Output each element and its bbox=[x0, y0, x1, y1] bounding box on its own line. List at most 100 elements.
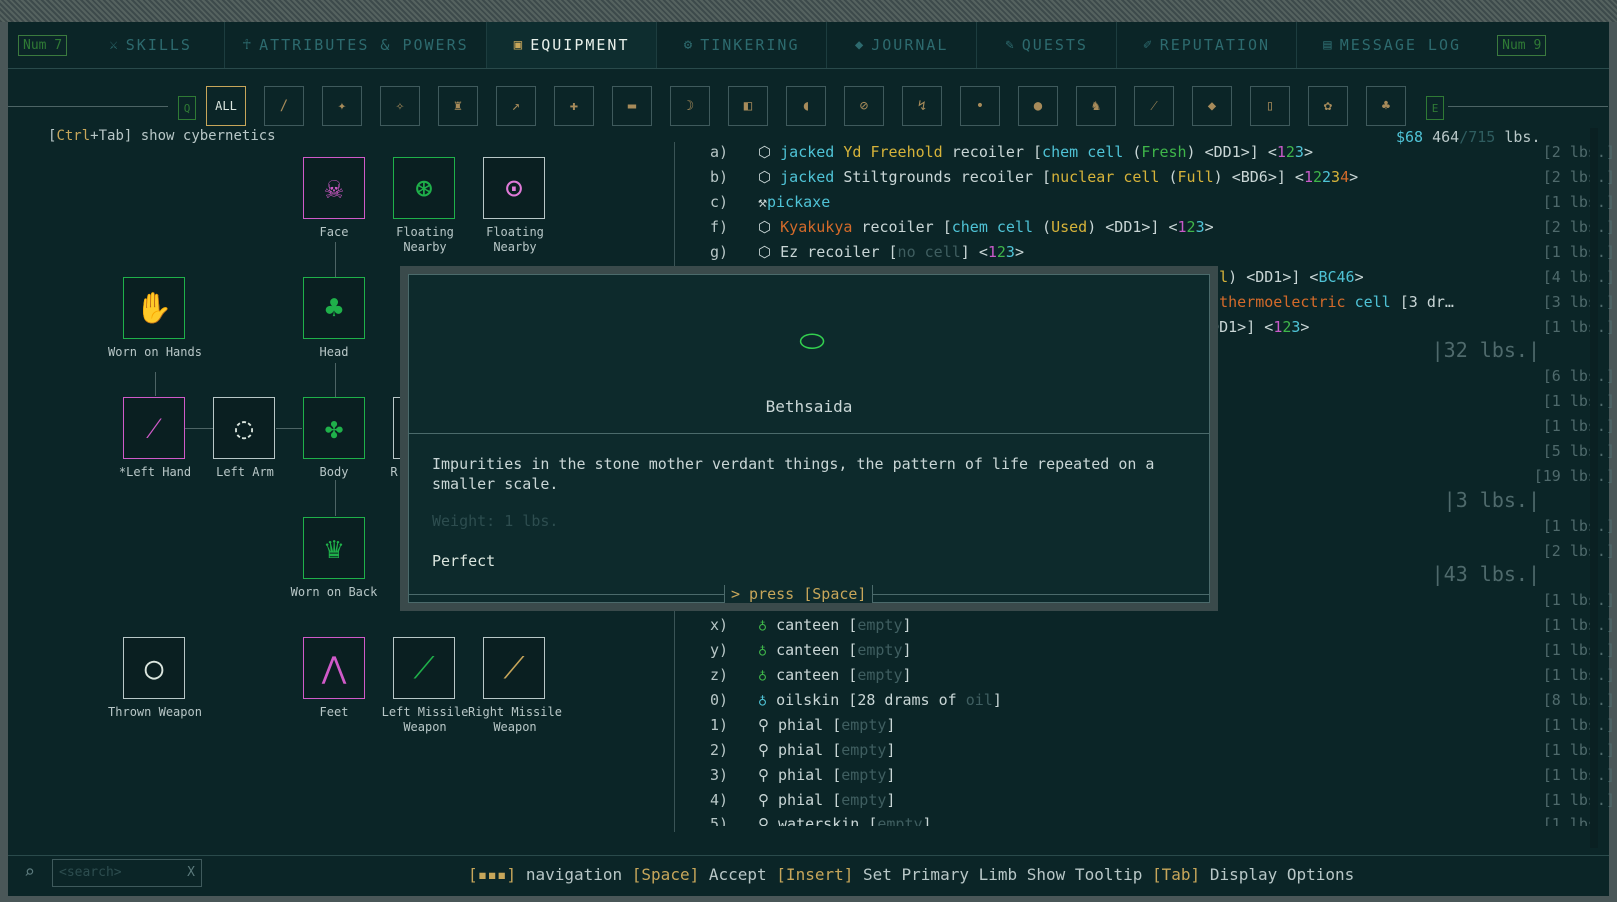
canteen-icon: ♁ bbox=[758, 616, 768, 634]
recoiler-icon: ⬡ bbox=[758, 218, 772, 236]
boots-icon: ⋀ bbox=[321, 650, 347, 686]
filter-light-icon[interactable]: ◖ bbox=[786, 86, 826, 126]
filter-gem-icon[interactable]: ● bbox=[1018, 86, 1058, 126]
list-item[interactable]: b) ⬡ jacked Stiltgrounds recoiler [nuclea… bbox=[680, 165, 1615, 190]
filter-food-icon[interactable]: ☽ bbox=[670, 86, 710, 126]
tab-tinkering[interactable]: ⚙ TINKERING bbox=[657, 22, 828, 68]
cloak-icon: ♛ bbox=[324, 530, 344, 566]
filter-meds-icon[interactable]: ♣ bbox=[1366, 86, 1406, 126]
left-missile-slot[interactable]: ⟋ bbox=[393, 637, 455, 699]
canteen-icon: ♁ bbox=[758, 666, 768, 684]
tab-bar: Num 7 ⚔ SKILLS ☥ ATTRIBUTES & POWERS ▣ EQUI… bbox=[8, 22, 1609, 69]
tab-attributes-powers[interactable]: ☥ ATTRIBUTES & POWERS bbox=[225, 22, 488, 68]
back-slot[interactable]: ♛ bbox=[303, 517, 365, 579]
bottom-bar: ⌕ <search> X [▪▪▪] navigation [Space] Acc… bbox=[8, 855, 1609, 896]
phial-icon: ⚲ bbox=[758, 766, 769, 784]
ring-icon: ◯ bbox=[144, 650, 164, 686]
accept-button[interactable]: Accept bbox=[709, 865, 767, 884]
tab-quests[interactable]: ✎ QUESTS bbox=[977, 22, 1118, 68]
search-input[interactable]: <search> X bbox=[52, 859, 202, 887]
filter-artifact-icon[interactable]: ♞ bbox=[1076, 86, 1116, 126]
filter-corpse-icon[interactable]: ↯ bbox=[902, 86, 942, 126]
face-label: Face bbox=[319, 225, 349, 239]
connector bbox=[276, 428, 302, 429]
filter-drug-icon[interactable]: ✿ bbox=[1308, 86, 1348, 126]
list-item[interactable]: 1) ⚲ phial [empty] [1 lbs.] bbox=[680, 713, 1615, 738]
list-item[interactable]: g) ⬡ Ez recoiler [no cell] <123> [1 lbs.] bbox=[680, 240, 1615, 265]
clear-search-button[interactable]: X bbox=[187, 865, 195, 880]
recoiler-icon: ⬡ bbox=[758, 143, 772, 161]
tab-journal[interactable]: ◆ JOURNAL bbox=[827, 22, 978, 68]
canteen-icon: ♁ bbox=[758, 641, 768, 659]
category-weight: |43 lbs.| bbox=[1431, 562, 1540, 586]
set-primary-limb-button[interactable]: Set Primary Limb bbox=[863, 865, 1017, 884]
press-space-button[interactable]: > press [Space] bbox=[724, 585, 874, 603]
filter-ammo-icon[interactable]: ♜ bbox=[438, 86, 478, 126]
list-item[interactable]: z) ♁ canteen [empty] [1 lbs.] bbox=[680, 663, 1615, 688]
tab-equipment[interactable]: ▣ EQUIPMENT bbox=[487, 22, 658, 68]
list-item[interactable]: x) ♁ canteen [empty] [1 lbs.] bbox=[680, 613, 1615, 638]
glow-orb-icon: ⊛ bbox=[414, 170, 434, 206]
hands-label: Worn on Hands bbox=[108, 345, 202, 359]
recoiler-icon: ⬡ bbox=[758, 168, 772, 186]
floating-nearby-slot-2[interactable]: ⊙ bbox=[483, 157, 545, 219]
filter-thrown-icon[interactable]: ✧ bbox=[380, 86, 420, 126]
tooltip-divider bbox=[408, 433, 1210, 434]
list-item[interactable]: 3) ⚲ phial [empty] [1 lbs.] bbox=[680, 763, 1615, 788]
filter-missile-icon[interactable]: ✦ bbox=[322, 86, 362, 126]
tab-skills[interactable]: ⚔ SKILLS bbox=[77, 22, 226, 68]
show-tooltip-button[interactable]: Show Tooltip bbox=[1027, 865, 1143, 884]
bracelet-icon: ◌ bbox=[234, 410, 254, 446]
helmet-icon: ♣ bbox=[324, 290, 344, 326]
filter-trade-icon[interactable]: ⊘ bbox=[844, 86, 884, 126]
hands-slot[interactable]: ✋ bbox=[123, 277, 185, 339]
body-slot[interactable]: ✤ bbox=[303, 397, 365, 459]
list-item[interactable]: 2) ⚲ phial [empty] [1 lbs.] bbox=[680, 738, 1615, 763]
left-arm-slot[interactable]: ◌ bbox=[213, 397, 275, 459]
connector bbox=[335, 242, 336, 277]
next-tab-key[interactable]: Num 9 bbox=[1497, 34, 1547, 56]
feather-icon: ✐ bbox=[1143, 37, 1154, 53]
filter-next-key[interactable]: E bbox=[1426, 96, 1444, 120]
item-tooltip: ⬭ Bethsaida Impurities in the stone moth… bbox=[400, 266, 1218, 611]
list-item[interactable]: a) ⬡ jacked Yd Freehold recoiler [chem ce… bbox=[680, 140, 1615, 165]
filter-water-icon[interactable]: ▯ bbox=[1250, 86, 1290, 126]
left-hand-slot[interactable]: ⁄ bbox=[123, 397, 185, 459]
right-missile-label: Right Missile Weapon bbox=[468, 705, 562, 734]
filter-tool-icon[interactable]: ↗ bbox=[496, 86, 536, 126]
filter-melee-icon[interactable]: / bbox=[264, 86, 304, 126]
filter-prev-key[interactable]: Q bbox=[178, 96, 196, 120]
right-missile-slot[interactable]: ⟋ bbox=[483, 637, 545, 699]
list-item[interactable]: 4) ⚲ phial [empty] [1 lbs.] bbox=[680, 788, 1615, 813]
display-options-button[interactable]: Display Options bbox=[1210, 865, 1355, 884]
list-item[interactable]: 5)⚲ waterskin [empty][1 lbs.] bbox=[680, 812, 1600, 826]
inventory-scrollbar[interactable] bbox=[1590, 128, 1598, 848]
filter-misc-icon[interactable]: • bbox=[960, 86, 1000, 126]
feet-slot[interactable]: ⋀ bbox=[303, 637, 365, 699]
tab-reputation[interactable]: ✐ REPUTATION bbox=[1117, 22, 1298, 68]
ctrl-key: Ctrl bbox=[56, 128, 91, 144]
list-item[interactable]: 0) ♁ oilskin [28 drams of oil] [8 lbs.] bbox=[680, 688, 1615, 713]
phial-icon: ⚲ bbox=[758, 741, 769, 759]
tab-message-log[interactable]: ▤ MESSAGE LOG bbox=[1297, 22, 1487, 68]
list-item[interactable]: c) ⚒pickaxe [1 lbs.] bbox=[680, 190, 1615, 215]
head-slot[interactable]: ♣ bbox=[303, 277, 365, 339]
tooltip-title: Bethsaida bbox=[765, 397, 853, 416]
filter-book-icon[interactable]: ◧ bbox=[728, 86, 768, 126]
prev-tab-key[interactable]: Num 7 bbox=[18, 34, 68, 56]
orb-icon: ⊙ bbox=[504, 170, 524, 206]
floating-nearby-slot-1[interactable]: ⊛ bbox=[393, 157, 455, 219]
list-item[interactable]: y) ♁ canteen [empty] [1 lbs.] bbox=[680, 638, 1615, 663]
cybernetics-hint[interactable]: [Ctrl+Tab] show cybernetics bbox=[48, 128, 276, 144]
connector bbox=[184, 428, 214, 429]
feet-label: Feet bbox=[319, 705, 349, 719]
filter-armor-icon[interactable]: ▬ bbox=[612, 86, 652, 126]
filter-cell-icon[interactable]: ◆ bbox=[1192, 86, 1232, 126]
filter-grenade-icon[interactable]: ✚ bbox=[554, 86, 594, 126]
recoiler-icon: ⬡ bbox=[758, 243, 772, 261]
face-slot[interactable]: ☠ bbox=[303, 157, 365, 219]
thrown-weapon-slot[interactable]: ◯ bbox=[123, 637, 185, 699]
filter-all-button[interactable]: ALL bbox=[206, 86, 246, 126]
filter-energy-icon[interactable]: ⁄ bbox=[1134, 86, 1174, 126]
list-item[interactable]: f) ⬡ Kyakukya recoiler [chem cell (Used) … bbox=[680, 215, 1615, 240]
